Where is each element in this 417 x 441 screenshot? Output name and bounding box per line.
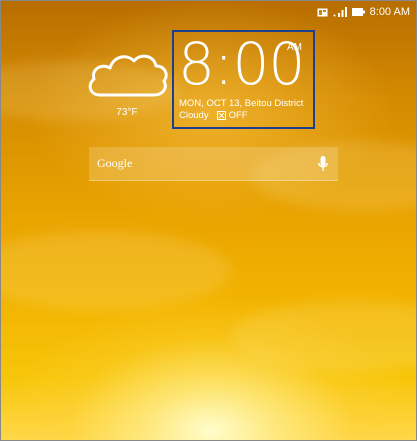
signal-icon xyxy=(333,7,347,17)
status-bar: 8:00 AM xyxy=(317,1,416,23)
home-screen: 8:00 AM 73°F 8:00 AM MON, OCT 13, Beitou… xyxy=(0,0,417,441)
clock-widget[interactable]: 8:00 AM MON, OCT 13, Beitou District Clo… xyxy=(172,30,315,129)
cloud-icon xyxy=(86,54,168,103)
google-search-bar[interactable]: Google xyxy=(89,147,338,181)
status-time: 8:00 AM xyxy=(369,6,410,18)
wallpaper-cloud xyxy=(231,301,416,371)
google-logo: Google xyxy=(97,156,133,170)
notification-icon xyxy=(317,8,328,17)
clock-date-location: MON, OCT 13, Beitou District xyxy=(179,98,304,109)
weather-widget[interactable]: 73°F xyxy=(86,47,168,118)
alarm-status: OFF xyxy=(228,110,248,121)
alarm-icon xyxy=(216,111,226,120)
microphone-icon[interactable] xyxy=(318,155,328,172)
wallpaper-cloud xyxy=(1,231,231,311)
clock-ampm: AM xyxy=(287,42,302,53)
clock-time: 8:00 xyxy=(178,30,305,98)
battery-icon xyxy=(351,8,365,16)
temperature: 73°F xyxy=(116,107,138,118)
clock-weather-row: Cloudy OFF xyxy=(179,110,248,121)
weather-condition: Cloudy xyxy=(179,110,209,121)
